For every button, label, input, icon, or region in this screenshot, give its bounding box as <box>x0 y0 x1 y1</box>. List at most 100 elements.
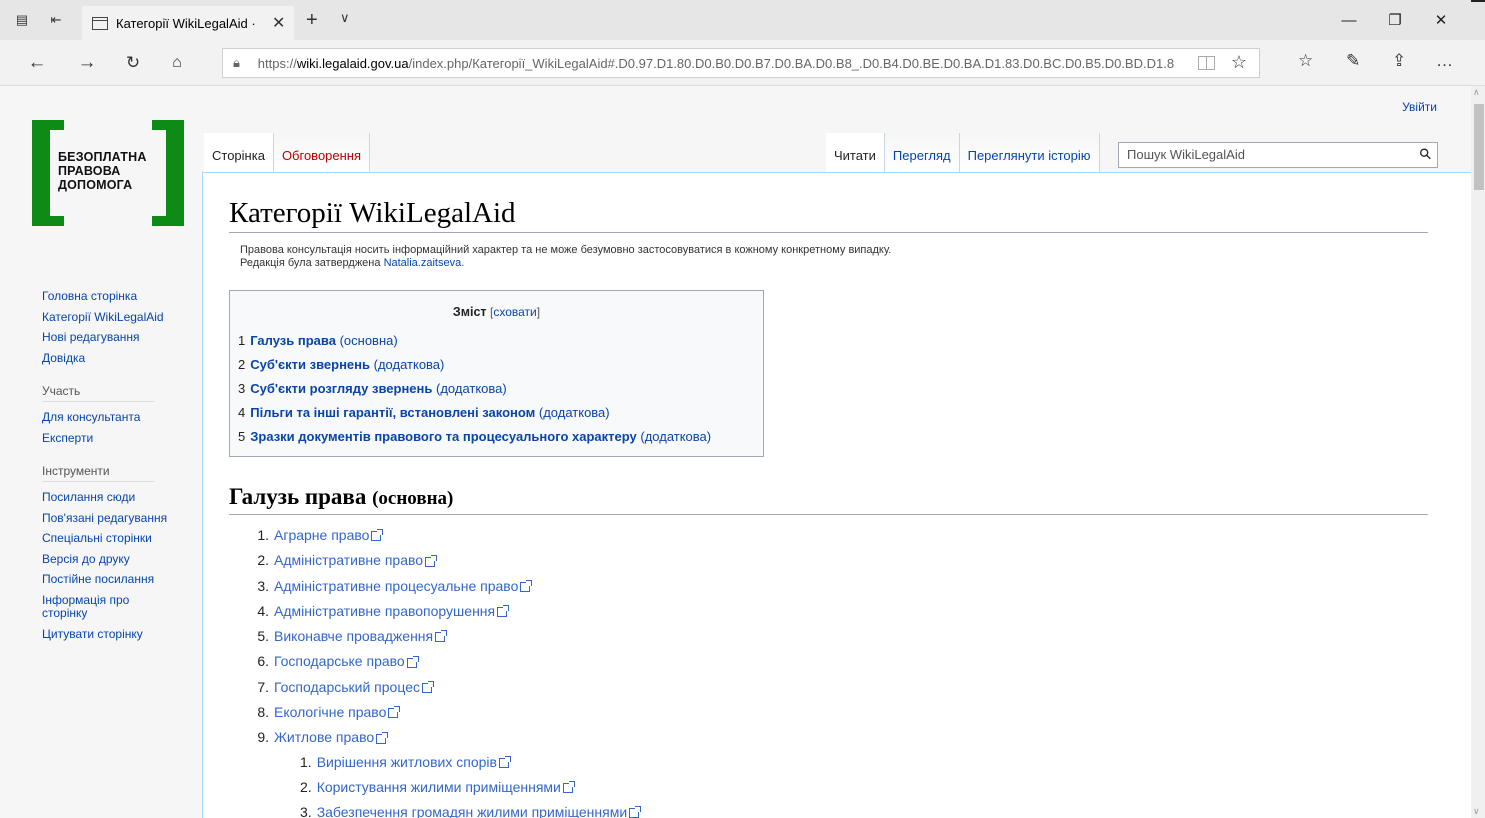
toc-item-main[interactable]: Суб'єкти звернень <box>250 357 370 372</box>
browser-tab[interactable]: Категорії WikiLegalAid · ✕ <box>82 6 294 40</box>
set-aside-tabs-icon[interactable]: ⇤ <box>46 10 66 30</box>
star-icon[interactable]: ☆ <box>1231 52 1247 73</box>
sidebar-item-printable[interactable]: Версія до друку <box>42 549 192 570</box>
tab-view-source[interactable]: Перегляд <box>884 133 960 172</box>
tab-preview-icon[interactable]: ▤ <box>12 10 32 30</box>
external-link[interactable]: Забезпечення громадян жилими приміщенням… <box>317 804 627 818</box>
tab-discussion[interactable]: Обговорення <box>273 133 371 172</box>
new-tab-icon[interactable]: + <box>306 9 318 32</box>
list-number: 4. <box>257 602 269 619</box>
toc-item-main[interactable]: Галузь права <box>250 333 336 348</box>
toc-item-sub[interactable]: (додаткова) <box>539 405 610 420</box>
list-item: 3. Адміністративне процесуальне право <box>255 574 533 599</box>
sidebar-item-for-consultant[interactable]: Для консультанта <box>42 407 192 428</box>
toc-item-sub[interactable]: (додаткова) <box>436 381 507 396</box>
toc-item-sub[interactable]: (додаткова) <box>374 357 445 372</box>
site-logo[interactable]: БЕЗОПЛАТНА ПРАВОВА ДОПОМОГА <box>32 120 184 226</box>
external-link-icon <box>425 554 438 567</box>
toc-item-main[interactable]: Пільги та інші гарантії, встановлені зак… <box>250 405 535 420</box>
list-number: 6. <box>257 653 269 670</box>
tab-history[interactable]: Переглянути історію <box>959 133 1100 172</box>
close-window-icon[interactable]: ✕ <box>1418 8 1464 32</box>
sidebar-item-special-pages[interactable]: Спеціальні сторінки <box>42 528 192 549</box>
toc-number: 2 <box>238 357 246 372</box>
approval-prefix: Редакція була затверджена <box>240 257 384 269</box>
sidebar-item-recent-changes[interactable]: Нові редагування <box>42 327 192 348</box>
logo-bracket-left <box>32 120 64 226</box>
tab-page[interactable]: Сторінка <box>204 133 274 172</box>
external-link[interactable]: Господарський процес <box>274 679 420 695</box>
external-link[interactable]: Адміністративне процесуальне право <box>274 578 518 594</box>
reading-view-icon[interactable] <box>1198 56 1215 70</box>
share-icon[interactable]: ⇪ <box>1392 51 1406 71</box>
web-page: Увійти БЕЗОПЛАТНА ПРАВОВА ДОПОМОГА Голов… <box>0 86 1471 818</box>
toc-item[interactable]: 5 Зразки документів правового та процесуа… <box>238 425 763 449</box>
list-number: 2. <box>300 779 312 795</box>
restore-icon[interactable]: ❐ <box>1372 8 1418 32</box>
list-item: 6. Господарське право <box>255 649 530 674</box>
toc-item-main[interactable]: Зразки документів правового та процесуал… <box>250 429 637 444</box>
list-number: 9. <box>257 729 269 746</box>
approval-suffix: . <box>461 257 465 269</box>
scrollbar-thumb[interactable] <box>1474 104 1484 190</box>
more-icon[interactable]: … <box>1436 51 1453 71</box>
scroll-down-icon[interactable]: ∨ <box>1473 806 1480 817</box>
external-link[interactable]: Адміністративне право <box>274 552 423 568</box>
login-link[interactable]: Увійти <box>1402 100 1437 114</box>
external-link[interactable]: Користування жилими приміщеннями <box>317 779 561 795</box>
external-link-icon <box>435 630 448 643</box>
chevron-down-icon[interactable]: ∨ <box>340 10 350 26</box>
external-link-icon <box>498 756 511 769</box>
sidebar-item-page-info[interactable]: Інформація про сторінку <box>42 590 142 624</box>
refresh-icon[interactable]: ↻ <box>120 50 146 76</box>
sidebar-item-cite[interactable]: Цитувати сторінку <box>42 624 192 645</box>
address-bar[interactable]: 🔒︎ https://wiki.legalaid.gov.ua/index.ph… <box>222 48 1260 78</box>
external-link[interactable]: Вирішення житлових спорів <box>317 754 497 770</box>
list-item: 8. Екологічне право <box>255 700 530 725</box>
external-link[interactable]: Житлове право <box>274 729 374 745</box>
scroll-up-icon[interactable]: ∧ <box>1473 87 1480 98</box>
sidebar-item-experts[interactable]: Експерти <box>42 428 192 449</box>
url-scheme: https:// <box>257 55 297 71</box>
sidebar-item-permanent-link[interactable]: Постійне посилання <box>42 569 192 590</box>
section-heading-sub: (основна) <box>372 488 454 509</box>
toc-item[interactable]: 2 Суб'єкти звернень (додаткова) <box>238 353 763 377</box>
toc-item[interactable]: 3 Суб'єкти розгляду звернень (додаткова) <box>238 377 763 401</box>
list-number: 3. <box>300 804 312 818</box>
toc-item[interactable]: 1 Галузь права (основна) <box>238 329 763 353</box>
search-input[interactable]: Пошук WikiLegalAid ⚲ <box>1118 142 1438 168</box>
page-scrollbar[interactable]: ∧ ∨ <box>1471 86 1485 818</box>
back-arrow-icon[interactable]: ← <box>24 50 50 76</box>
search-icon[interactable]: ⚲ <box>1415 144 1436 164</box>
close-tab-icon[interactable]: ✕ <box>272 13 285 33</box>
toc-item-main[interactable]: Суб'єкти розгляду звернень <box>250 381 432 396</box>
sidebar-item-what-links-here[interactable]: Посилання сюди <box>42 487 192 508</box>
external-link[interactable]: Екологічне право <box>274 704 386 720</box>
namespace-tabs: Сторінка Обговорення <box>204 133 371 172</box>
external-link-icon <box>497 605 510 618</box>
toc-title: Зміст <box>452 305 487 319</box>
external-link[interactable]: Адміністративне правопорушення <box>274 603 495 619</box>
toc-number: 4 <box>238 405 246 420</box>
toc-toggle-link[interactable]: сховати <box>493 305 536 319</box>
external-link-icon <box>376 731 389 744</box>
tab-read[interactable]: Читати <box>826 133 885 172</box>
sidebar-item-categories[interactable]: Категорії WikiLegalAid <box>42 307 192 328</box>
favorites-icon[interactable]: ☆ <box>1298 51 1313 71</box>
external-link[interactable]: Господарське право <box>274 653 405 669</box>
sidebar-item-help[interactable]: Довідка <box>42 348 192 369</box>
approver-link[interactable]: Natalia.zaitseva <box>384 257 462 269</box>
toc-item[interactable]: 4 Пільги та інші гарантії, встановлені за… <box>238 401 763 425</box>
search-placeholder: Пошук WikiLegalAid <box>1127 147 1245 162</box>
minimize-icon[interactable]: — <box>1326 8 1372 32</box>
logo-bracket-right <box>152 120 184 226</box>
sidebar-item-related-changes[interactable]: Пов'язані редагування <box>42 508 192 529</box>
toc-item-sub[interactable]: (основна) <box>340 333 398 348</box>
home-icon[interactable]: ⌂ <box>164 50 190 76</box>
external-link[interactable]: Виконавче провадження <box>274 628 433 644</box>
toc-item-sub[interactable]: (додаткова) <box>640 429 711 444</box>
sidebar-item-main-page[interactable]: Головна сторінка <box>42 286 192 307</box>
forward-arrow-icon[interactable]: → <box>74 50 100 76</box>
external-link[interactable]: Аграрне право <box>274 527 369 543</box>
pen-icon[interactable]: ✎ <box>1346 51 1360 71</box>
